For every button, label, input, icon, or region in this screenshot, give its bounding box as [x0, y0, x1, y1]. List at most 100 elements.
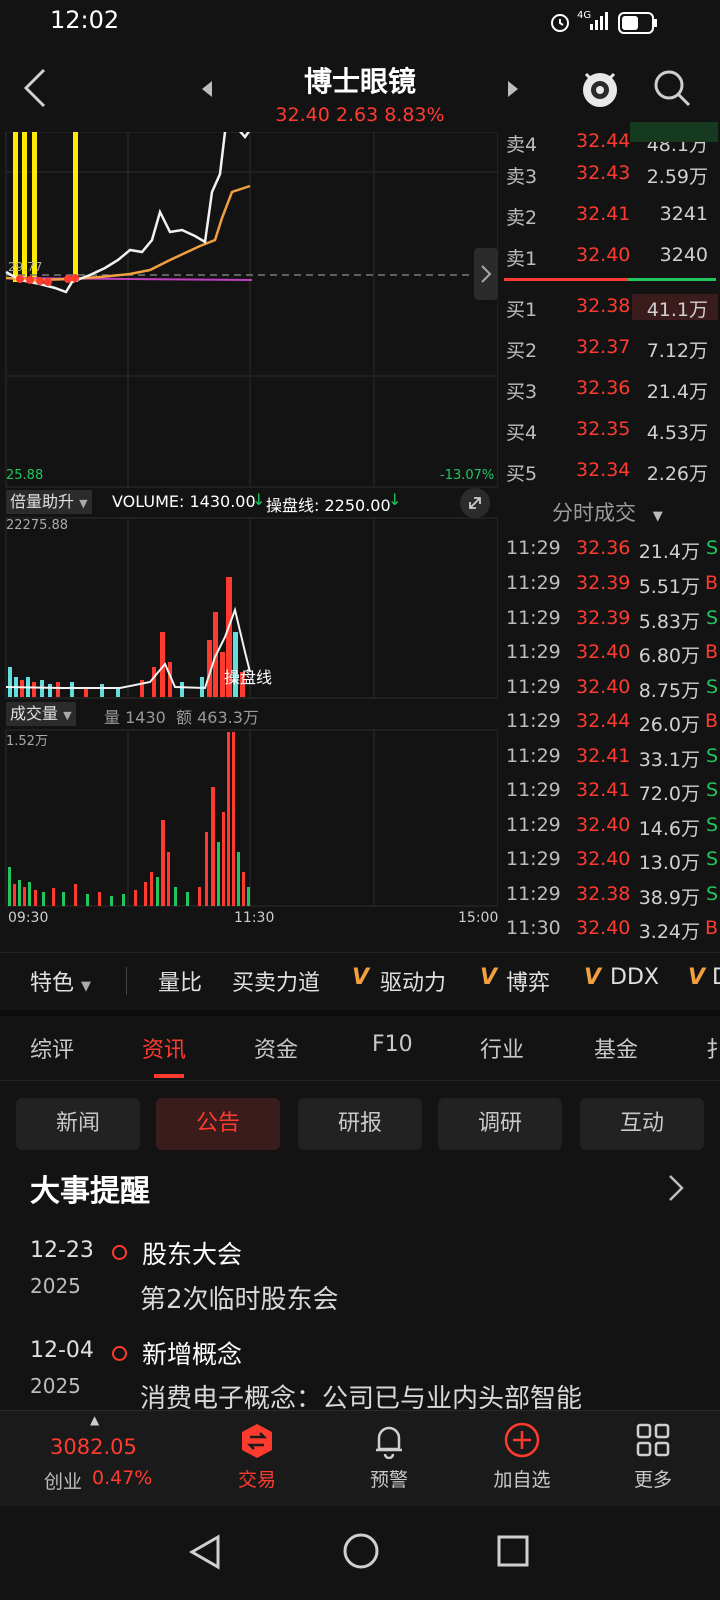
search-icon[interactable]: [652, 68, 692, 112]
tab-more[interactable]: 扌: [706, 1032, 720, 1064]
grid-icon[interactable]: [636, 1423, 670, 1461]
turnover-amount: 额 463.3万: [176, 708, 259, 727]
intraday-chart[interactable]: 29.77 25.88 -13.07% 倍量助升 ▼ VOLUME: 1430.…: [0, 119, 499, 932]
feature-bar: 特色 ▼ 量比 买卖力道 V 驱动力 V 博弈 V DDX V D: [0, 952, 720, 1009]
tab-news[interactable]: 资讯: [142, 1032, 186, 1064]
vip-icon: V: [584, 965, 602, 990]
system-nav-bar: [0, 1506, 720, 1600]
tab-news-underline: [154, 1074, 184, 1078]
next-stock-icon[interactable]: [506, 80, 520, 102]
bid-row[interactable]: 买1 32.38 41.1万: [504, 287, 718, 327]
trade-row: 11:29 32.39 5.51万 B: [506, 572, 718, 598]
turnover-max-label: 1.52万: [6, 734, 48, 749]
indicator-dropdown[interactable]: 倍量助升 ▼: [6, 490, 92, 514]
trade-row: 11:30 32.40 3.24万 B: [506, 917, 718, 943]
tab-f10[interactable]: F10: [372, 1032, 413, 1057]
trade-row: 11:29 32.40 13.0万 S: [506, 848, 718, 874]
trade-row: 11:29 32.40 14.6万 S: [506, 814, 718, 840]
bell-icon[interactable]: [372, 1423, 406, 1463]
tab-overview[interactable]: 综评: [30, 1032, 74, 1064]
timeline-dot: [112, 1346, 127, 1361]
bid-row[interactable]: 买4 32.35 4.53万: [504, 410, 718, 450]
trade-icon[interactable]: [240, 1423, 274, 1463]
turnover-volume: 量 1430: [104, 708, 166, 727]
add-watchlist-label[interactable]: 加自选: [472, 1465, 572, 1492]
timeline-dot: [112, 1245, 127, 1260]
trade-row: 11:29 32.41 72.0万 S: [506, 779, 718, 805]
index-change: 0.47%: [92, 1467, 153, 1489]
trades-header[interactable]: 分时成交 ▼: [552, 497, 663, 527]
trade-row: 11:29 32.41 33.1万 S: [506, 745, 718, 771]
order-book-divider: [628, 278, 716, 281]
trade-row: 11:29 32.36 21.4万 S: [506, 537, 718, 563]
event-year: 2025: [30, 1274, 81, 1298]
chevron-right-icon[interactable]: [668, 1174, 684, 1206]
event-title[interactable]: 股东大会: [142, 1235, 242, 1271]
indicator-label: 倍量助升: [10, 492, 75, 511]
index-name: 创业: [44, 1471, 83, 1493]
caret-up-icon: ▲: [90, 1413, 100, 1427]
bottom-bar: ▲ 3082.05 创业 0.47% 交易 预警 加自选 更多: [0, 1410, 720, 1507]
alert-label[interactable]: 预警: [339, 1465, 439, 1492]
nav-home-icon[interactable]: [342, 1532, 380, 1574]
trade-row: 11:29 32.40 8.75万 S: [506, 676, 718, 702]
time-end-label: 15:00: [458, 910, 499, 926]
feature-dropdown-label: 特色: [30, 971, 75, 996]
add-circle-icon[interactable]: [503, 1421, 541, 1463]
turnover-dropdown[interactable]: 成交量 ▼: [6, 702, 76, 726]
bid-row[interactable]: 买3 32.36 21.4万: [504, 369, 718, 409]
nav-recents-icon[interactable]: [496, 1534, 530, 1572]
vip-icon: V: [688, 965, 706, 990]
fullscreen-icon[interactable]: [460, 488, 490, 518]
mascot-icon[interactable]: [578, 66, 622, 114]
volume-bars: [8, 732, 250, 906]
feature-divider: [126, 967, 127, 995]
event-desc[interactable]: 第2次临时股东会: [140, 1279, 339, 1316]
feature-item-drive[interactable]: 驱动力: [380, 965, 446, 997]
subtab-announcements[interactable]: 公告: [156, 1098, 280, 1150]
trade-row: 11:29 32.44 26.0万 B: [506, 710, 718, 736]
event-year: 2025: [30, 1374, 81, 1398]
index-value[interactable]: 3082.05: [50, 1435, 137, 1459]
nav-back-icon[interactable]: [188, 1534, 222, 1574]
down-arrow-icon: ↓: [388, 490, 402, 509]
tab-funds[interactable]: 资金: [254, 1032, 298, 1064]
tab-fund[interactable]: 基金: [594, 1032, 638, 1064]
events-heading[interactable]: 大事提醒: [30, 1166, 150, 1210]
tab-industry[interactable]: 行业: [480, 1032, 524, 1064]
status-bar: 12:02 4G: [0, 0, 720, 44]
vip-icon: V: [480, 965, 498, 990]
ref-price-label: 29.77: [8, 260, 43, 274]
vip-icon: V: [352, 965, 370, 990]
feature-item-power[interactable]: 买卖力道: [232, 965, 320, 997]
feature-item-game[interactable]: 博弈: [506, 965, 550, 997]
feature-item-d[interactable]: D: [712, 965, 720, 990]
ask-volume-bar: [630, 122, 718, 142]
alarm-icon: [548, 10, 572, 38]
clock: 12:02: [50, 6, 120, 34]
ask-row[interactable]: 卖3 32.43 2.59万: [504, 154, 718, 194]
subtab-interaction[interactable]: 互动: [580, 1098, 704, 1150]
chevron-down-icon: ▼: [81, 979, 92, 994]
trade-label[interactable]: 交易: [207, 1465, 307, 1492]
feature-item-ratio[interactable]: 量比: [158, 965, 202, 997]
order-book-divider: [504, 278, 628, 281]
ask-row[interactable]: 卖1 32.40 3240: [504, 236, 718, 276]
subtab-news[interactable]: 新闻: [16, 1098, 140, 1150]
volume-indicator-value: VOLUME: 1430.00: [112, 492, 256, 511]
subtab-survey[interactable]: 调研: [438, 1098, 562, 1150]
bid-row[interactable]: 买5 32.34 2.26万: [504, 451, 718, 491]
ask-row[interactable]: 卖2 32.41 3241: [504, 195, 718, 235]
pct-low-label: -13.07%: [440, 468, 495, 483]
signal-icon: [588, 10, 612, 36]
battery-icon: [618, 12, 658, 38]
price-low-label: 25.88: [6, 468, 44, 483]
feature-item-ddx[interactable]: DDX: [610, 965, 659, 990]
more-label[interactable]: 更多: [603, 1465, 703, 1492]
bid-row[interactable]: 买2 32.37 7.12万: [504, 328, 718, 368]
feature-dropdown[interactable]: 特色 ▼: [30, 965, 91, 997]
chevron-down-icon: ▼: [652, 509, 663, 524]
event-title[interactable]: 新增概念: [142, 1335, 242, 1371]
subtab-research[interactable]: 研报: [298, 1098, 422, 1150]
trades-header-label: 分时成交: [552, 501, 636, 525]
